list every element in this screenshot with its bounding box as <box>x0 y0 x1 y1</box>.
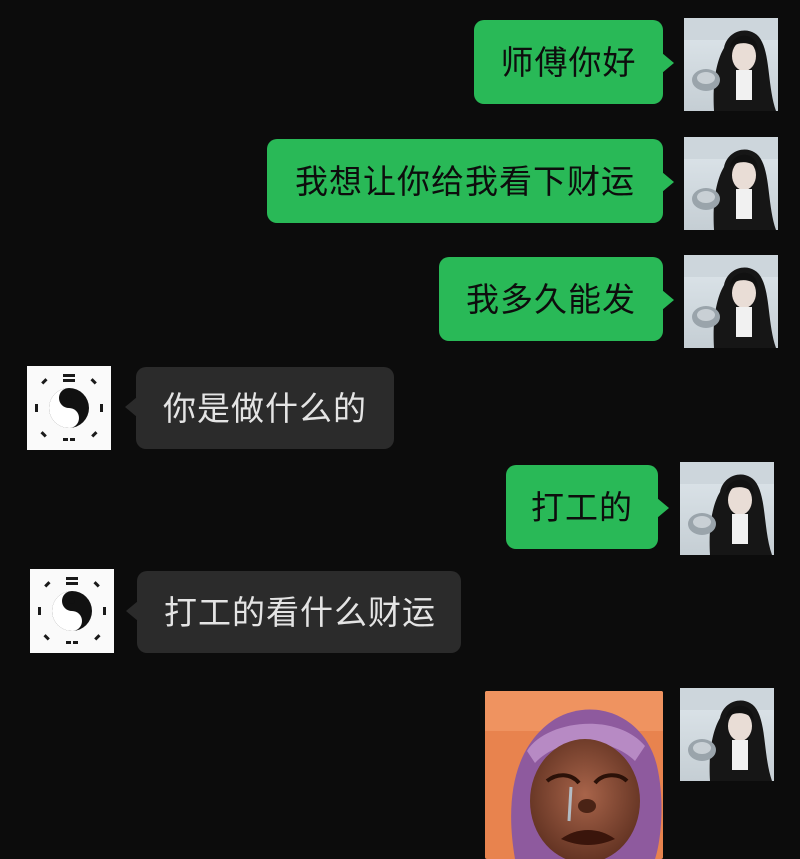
chat-screen: { "messages": [ {"sender": "self", "text… <box>0 0 800 859</box>
incoming-message-bubble[interactable]: 你是做什么的 <box>125 367 394 449</box>
self-avatar[interactable] <box>680 688 774 781</box>
message-row <box>0 688 800 859</box>
message-row: 我多久能发 <box>0 255 800 348</box>
self-avatar[interactable] <box>684 255 778 348</box>
outgoing-message-bubble[interactable]: 打工的 <box>506 465 669 549</box>
outgoing-message-bubble[interactable]: 我想让你给我看下财运 <box>267 139 674 223</box>
message-row: 你是做什么的 <box>0 366 800 451</box>
master-avatar[interactable] <box>27 366 111 450</box>
yin-yang-bagua-icon <box>30 569 114 653</box>
self-avatar[interactable] <box>680 462 774 555</box>
message-text: 打工的看什么财运 <box>164 592 436 632</box>
outgoing-message-bubble[interactable]: 我多久能发 <box>439 257 674 341</box>
crying-face-sticker[interactable] <box>485 691 663 859</box>
self-avatar[interactable] <box>684 137 778 230</box>
outgoing-message-bubble[interactable]: 师傅你好 <box>474 20 674 104</box>
message-row: 打工的看什么财运 <box>0 569 800 654</box>
girl-photo-avatar-icon <box>684 137 778 230</box>
message-row: 师傅你好 <box>0 18 800 111</box>
incoming-message-bubble[interactable]: 打工的看什么财运 <box>126 571 461 653</box>
girl-photo-avatar-icon <box>684 18 778 111</box>
girl-photo-avatar-icon <box>684 255 778 348</box>
yin-yang-bagua-icon <box>27 366 111 450</box>
message-text: 打工的 <box>531 487 633 527</box>
self-avatar[interactable] <box>684 18 778 111</box>
message-row: 我想让你给我看下财运 <box>0 137 800 230</box>
girl-photo-avatar-icon <box>680 688 774 781</box>
message-text: 我多久能发 <box>466 279 636 319</box>
message-text: 我想让你给我看下财运 <box>295 161 635 201</box>
message-text: 你是做什么的 <box>163 388 367 428</box>
master-avatar[interactable] <box>30 569 114 653</box>
girl-photo-avatar-icon <box>680 462 774 555</box>
crying-face-icon <box>485 691 663 859</box>
message-text: 师傅你好 <box>500 42 637 82</box>
message-row: 打工的 <box>0 462 800 555</box>
